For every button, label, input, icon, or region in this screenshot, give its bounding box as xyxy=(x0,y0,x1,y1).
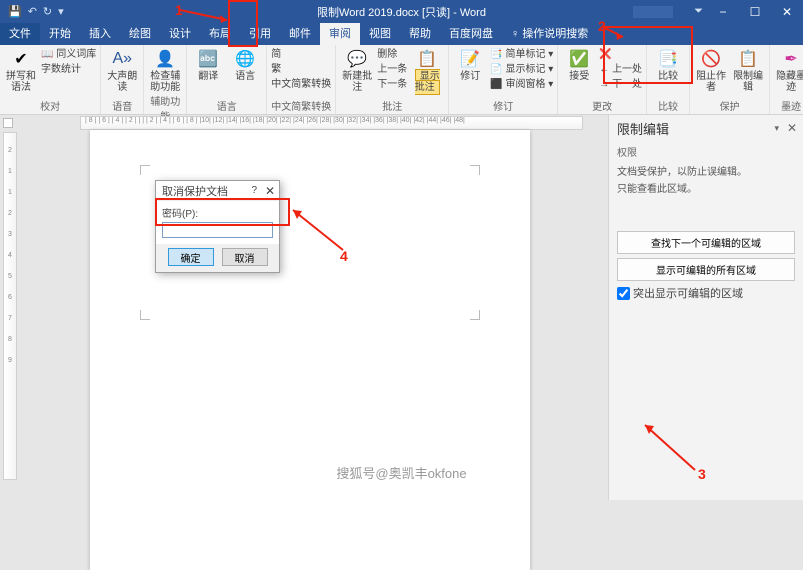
ink-icon: ✒ xyxy=(780,48,802,70)
language-icon: 🌐 xyxy=(234,48,256,70)
group-comments: 💬新建批注 删除 上一条 下一条 📋显示批注 批注 xyxy=(336,45,449,114)
tab-review[interactable]: 审阅 xyxy=(320,23,360,45)
pane-close-icon[interactable]: ✕ xyxy=(787,121,797,135)
block-icon: 🚫 xyxy=(700,48,722,70)
accessibility-icon: 👤 xyxy=(154,48,176,70)
show-all-regions-button[interactable]: 显示可编辑的所有区域 xyxy=(617,258,795,281)
tab-tell-me[interactable]: ♀ 操作说明搜索 xyxy=(502,23,597,45)
ok-button[interactable]: 确定 xyxy=(168,248,214,266)
show-markup-dropdown[interactable]: 📄 显示标记 ▾ xyxy=(490,63,553,77)
new-comment-button[interactable]: 💬新建批注 xyxy=(340,46,374,93)
quick-access-toolbar: 💾 ↶ ↻ ▾ xyxy=(0,5,64,18)
annotation-box xyxy=(155,198,290,226)
save-icon[interactable]: 💾 xyxy=(8,5,22,18)
pane-options-icon[interactable]: ▾ xyxy=(774,123,779,134)
tab-baidu[interactable]: 百度网盘 xyxy=(440,23,502,45)
pane-section: 权限 xyxy=(617,144,795,159)
group-proofing: ✔拼写和语法 📖 同义词库 字数统计 校对 xyxy=(0,45,101,114)
spellcheck-icon: ✔ xyxy=(10,48,32,70)
margin-marker xyxy=(140,165,150,175)
find-next-region-button[interactable]: 查找下一个可编辑的区域 xyxy=(617,231,795,254)
readaloud-icon: A» xyxy=(111,48,133,70)
wordcount-button[interactable]: 字数统计 xyxy=(41,63,96,77)
document-title: 限制Word 2019.docx [只读] - Word xyxy=(317,4,486,20)
delete-comment-button[interactable]: 删除 xyxy=(377,48,407,62)
reviewing-pane-button[interactable]: ⬛ 审阅窗格 ▾ xyxy=(490,78,553,92)
annotation-number: 3 xyxy=(698,466,706,482)
show-comments-button[interactable]: 📋显示批注 xyxy=(410,46,444,93)
qat-more-icon[interactable]: ▾ xyxy=(58,5,64,18)
ruler-corner[interactable] xyxy=(3,118,13,128)
readaloud-button[interactable]: A»大声朗读 xyxy=(105,46,139,93)
accept-icon: ✅ xyxy=(568,48,590,70)
dialog-title: 取消保护文档 xyxy=(162,183,228,199)
translate-button[interactable]: 🔤翻译 xyxy=(191,46,225,82)
to-simplified-button[interactable]: 简 xyxy=(271,48,331,62)
group-tracking: 📝修订 📑 简单标记 ▾ 📄 显示标记 ▾ ⬛ 审阅窗格 ▾ 修订 xyxy=(449,45,558,114)
maximize-icon[interactable]: ☐ xyxy=(739,5,771,19)
tab-insert[interactable]: 插入 xyxy=(80,23,120,45)
track-icon: 📝 xyxy=(459,48,481,70)
dialog-close-icon[interactable]: ✕ xyxy=(265,184,275,198)
comment-icon: 💬 xyxy=(346,48,368,70)
tab-home[interactable]: 开始 xyxy=(40,23,80,45)
group-speech: A»大声朗读 语音 xyxy=(101,45,144,114)
to-traditional-button[interactable]: 繁 xyxy=(271,63,331,77)
spellcheck-button[interactable]: ✔拼写和语法 xyxy=(4,46,38,93)
margin-marker xyxy=(470,165,480,175)
annotation-number: 1 xyxy=(175,2,183,18)
annotation-box xyxy=(228,0,258,47)
vertical-ruler[interactable]: 21123456789 xyxy=(3,132,17,480)
group-language: 🔤翻译 🌐语言 语言 xyxy=(187,45,267,114)
markup-mode-dropdown[interactable]: 📑 简单标记 ▾ xyxy=(490,48,553,62)
language-button[interactable]: 🌐语言 xyxy=(228,46,262,82)
annotation-number: 4 xyxy=(340,248,348,264)
annotation-number: 2 xyxy=(598,18,606,34)
minimize-icon[interactable]: − xyxy=(707,5,739,19)
show-comments-icon: 📋 xyxy=(416,48,438,70)
tab-view[interactable]: 视图 xyxy=(360,23,400,45)
restrict-editing-button[interactable]: 📋限制编辑 xyxy=(731,46,765,93)
watermark: 搜狐号@奥凯丰okfone xyxy=(336,463,466,482)
thesaurus-button[interactable]: 📖 同义词库 xyxy=(41,48,96,62)
close-icon[interactable]: ✕ xyxy=(771,5,803,19)
pane-text: 只能查看此区域。 xyxy=(617,180,795,195)
group-chinese-conversion: 简 繁 中文简繁转换 中文简繁转换 xyxy=(267,45,336,114)
margin-marker xyxy=(140,310,150,320)
accept-button[interactable]: ✅接受 xyxy=(562,46,596,82)
group-accessibility: 👤检查辅助功能 辅助功能 xyxy=(144,45,187,114)
tab-draw[interactable]: 绘图 xyxy=(120,23,160,45)
user-badge[interactable] xyxy=(633,6,673,18)
annotation-box xyxy=(603,26,693,84)
translate-icon: 🔤 xyxy=(197,48,219,70)
undo-icon[interactable]: ↶ xyxy=(28,5,37,18)
dialog-help-icon[interactable]: ? xyxy=(251,185,257,196)
redo-icon[interactable]: ↻ xyxy=(43,5,52,18)
group-ink: ✒隐藏墨迹 墨迹 xyxy=(770,45,803,114)
tab-help[interactable]: 帮助 xyxy=(400,23,440,45)
margin-marker xyxy=(470,310,480,320)
highlight-regions-checkbox[interactable]: 突出显示可编辑的区域 xyxy=(617,285,795,301)
track-changes-button[interactable]: 📝修订 xyxy=(453,46,487,82)
accessibility-button[interactable]: 👤检查辅助功能 xyxy=(148,46,182,93)
group-protect: 🚫阻止作者 📋限制编辑 保护 xyxy=(690,45,770,114)
next-comment-button[interactable]: 下一条 xyxy=(377,78,407,92)
hide-ink-button[interactable]: ✒隐藏墨迹 xyxy=(774,46,803,93)
tab-design[interactable]: 设计 xyxy=(160,23,200,45)
unprotect-dialog: 取消保护文档 ? ✕ 密码(P): 确定 取消 xyxy=(155,180,280,273)
prev-comment-button[interactable]: 上一条 xyxy=(377,63,407,77)
restrict-editing-pane: ▾ ✕ 限制编辑 权限 文档受保护，以防止误编辑。 只能查看此区域。 查找下一个… xyxy=(608,115,803,500)
ribbon-options-icon[interactable]: ⏷ xyxy=(694,5,703,18)
horizontal-ruler[interactable]: | 8 | | 6 | | 4 | | 2 | | | | 2 | | 4 | … xyxy=(80,116,583,130)
tab-mailings[interactable]: 邮件 xyxy=(280,23,320,45)
block-authors-button[interactable]: 🚫阻止作者 xyxy=(694,46,728,93)
window-controls: − ☐ ✕ xyxy=(707,5,803,19)
pane-title: 限制编辑 xyxy=(617,119,795,138)
pane-text: 文档受保护，以防止误编辑。 xyxy=(617,163,795,178)
tab-file[interactable]: 文件 xyxy=(0,23,40,45)
titlebar: 💾 ↶ ↻ ▾ 限制Word 2019.docx [只读] - Word ⏷ −… xyxy=(0,0,803,23)
restrict-icon: 📋 xyxy=(737,48,759,70)
chinese-convert-button[interactable]: 中文简繁转换 xyxy=(271,78,331,92)
cancel-button[interactable]: 取消 xyxy=(222,248,268,266)
